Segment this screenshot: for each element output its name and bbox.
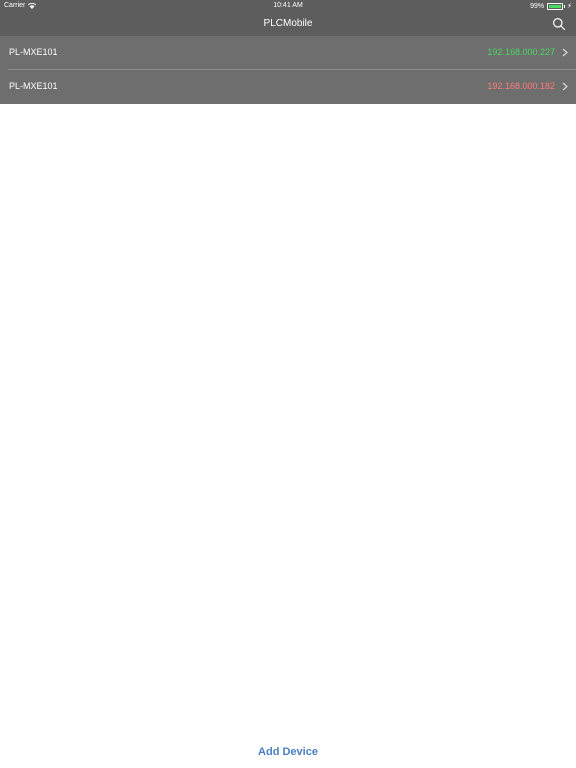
list-item[interactable]: PL-MXE101 192.168.000.227 [0,36,576,70]
status-time: 10:41 AM [273,2,303,9]
device-name: PL-MXE101 [9,81,58,91]
list-item[interactable]: PL-MXE101 192.168.000.182 [0,70,576,104]
chevron-right-icon [562,48,568,57]
page-title: PLCMobile [263,18,313,29]
nav-bar: PLCMobile [0,12,576,36]
search-icon[interactable] [552,17,566,31]
status-bar: Carrier 10:41 AM 99% ⚡ [0,0,576,12]
battery-tip [564,4,566,8]
charging-icon: ⚡ [567,3,572,10]
status-right: 99% ⚡ [530,2,572,10]
device-ip: 192.168.000.182 [487,81,555,91]
battery-percent: 99% [530,2,545,10]
add-device-button[interactable]: Add Device [0,746,576,758]
device-list: PL-MXE101 192.168.000.227 PL-MXE101 192.… [0,36,576,104]
device-name: PL-MXE101 [9,47,58,57]
battery-icon [547,2,564,10]
chevron-right-icon [562,82,568,91]
device-ip: 192.168.000.227 [487,47,555,57]
